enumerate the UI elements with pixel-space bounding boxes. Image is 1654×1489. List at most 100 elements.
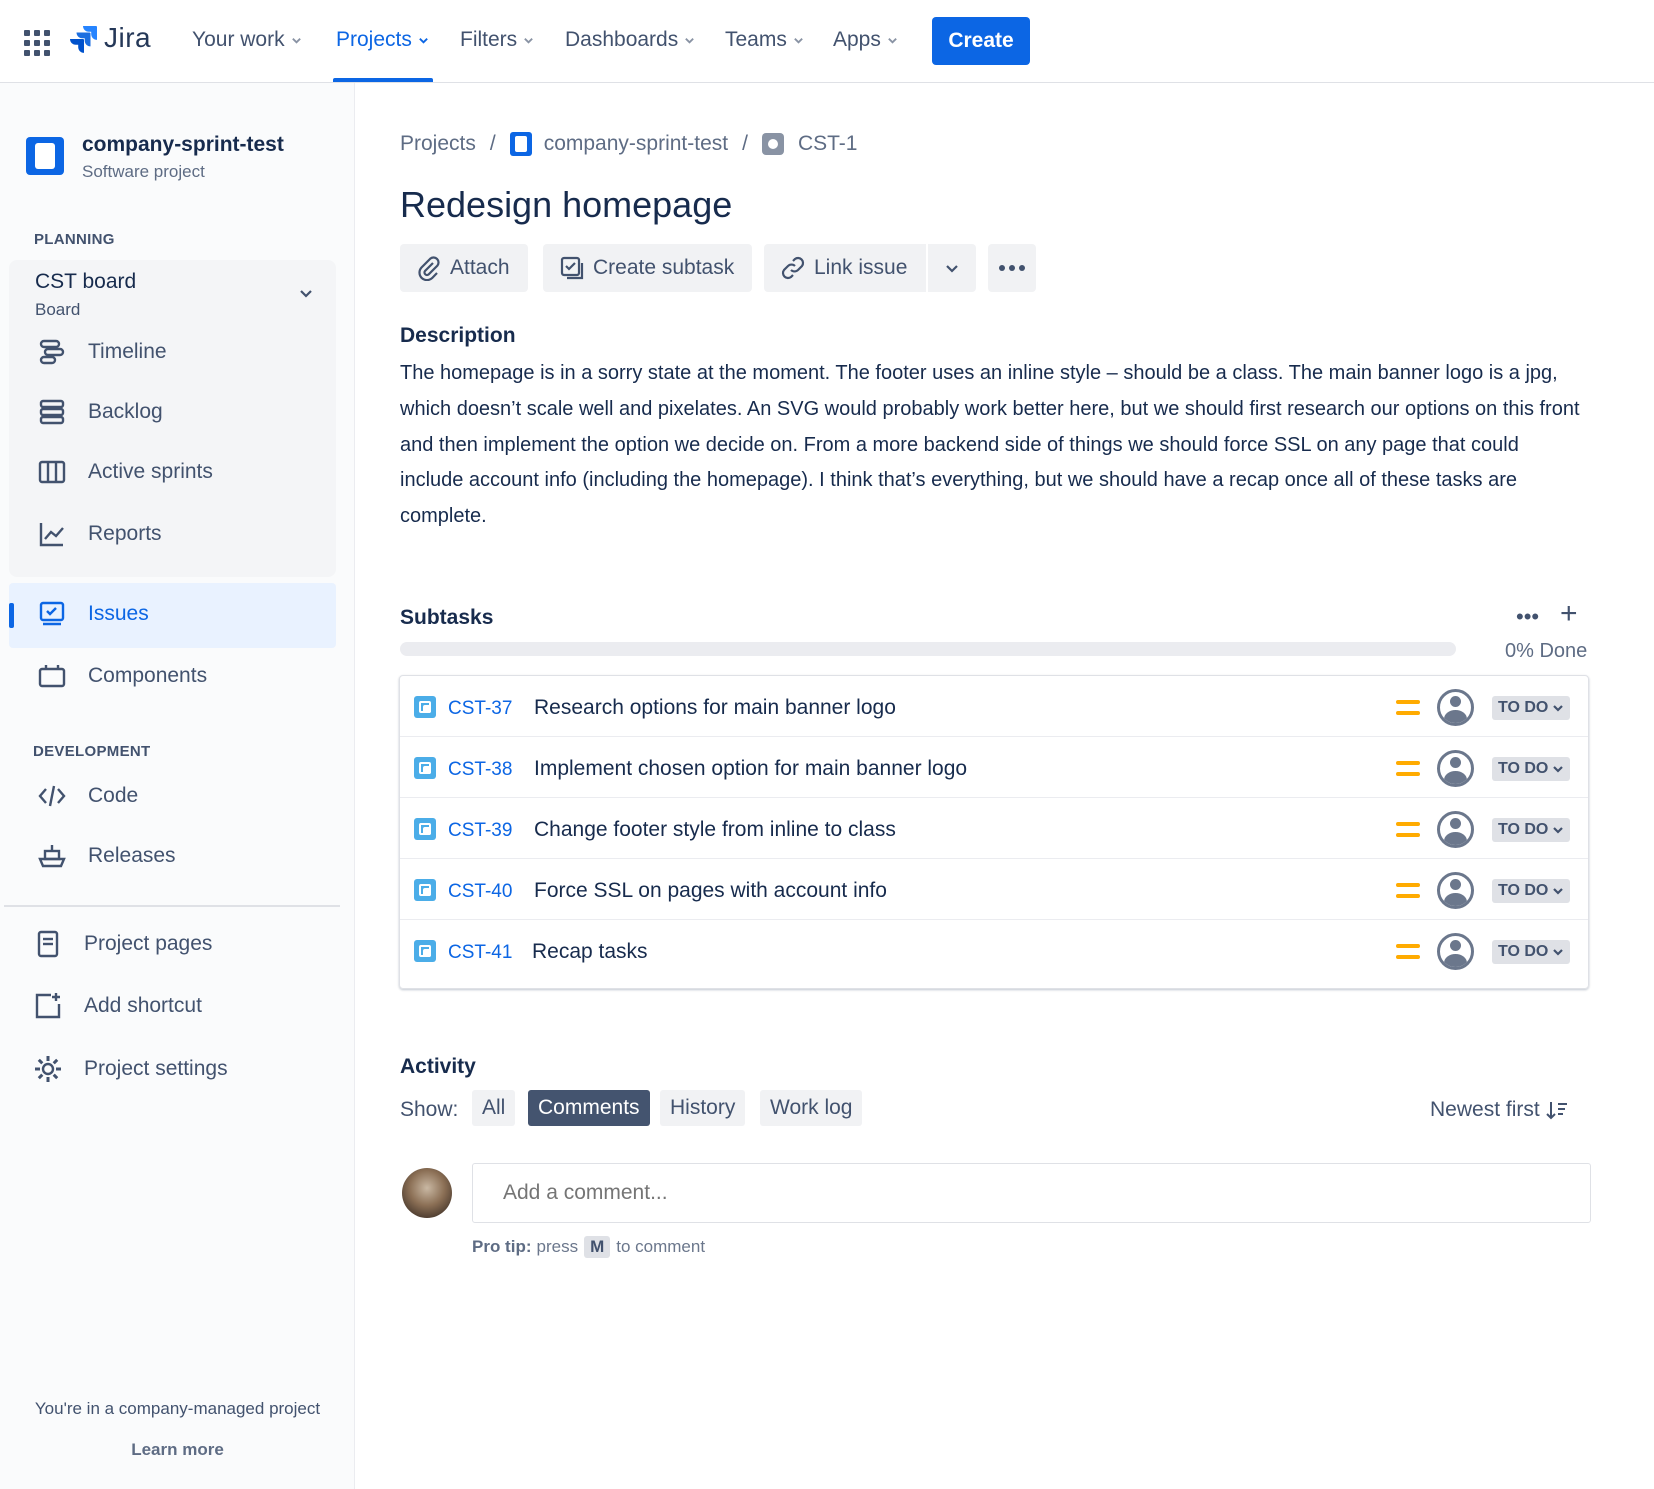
app-name: Jira (104, 22, 152, 53)
learn-more-link[interactable]: Learn more (0, 1440, 355, 1460)
subtask-key[interactable]: CST-37 (448, 698, 512, 720)
pro-tip: Pro tip: press M to comment (472, 1236, 705, 1258)
subtask-row[interactable]: CST-41 Recap tasks TO DO (400, 920, 1588, 981)
more-actions-button[interactable] (988, 244, 1036, 292)
unassigned-avatar-icon[interactable] (1437, 750, 1474, 787)
breadcrumb-project[interactable]: company-sprint-test (544, 132, 728, 156)
breadcrumb-separator: / (742, 132, 748, 155)
nav-your-work[interactable]: Your work (192, 28, 302, 52)
sort-icon (1545, 1102, 1567, 1120)
subtask-row[interactable]: CST-37 Research options for main banner … (400, 676, 1588, 737)
sidebar-item-backlog[interactable]: Backlog (36, 396, 163, 428)
sidebar-item-project-pages[interactable]: Project pages (32, 928, 212, 960)
filter-work-log[interactable]: Work log (760, 1090, 863, 1126)
nav-apps[interactable]: Apps (833, 28, 898, 52)
subtask-key[interactable]: CST-40 (448, 881, 512, 903)
subtask-summary[interactable]: Change footer style from inline to class (534, 818, 896, 842)
status-dropdown[interactable]: TO DO (1492, 757, 1571, 781)
jira-logo[interactable]: Jira (68, 22, 151, 54)
create-subtask-button[interactable]: Create subtask (543, 244, 752, 292)
sidebar-item-timeline[interactable]: Timeline (36, 336, 167, 368)
comment-input[interactable] (472, 1163, 1591, 1223)
subtask-row[interactable]: CST-38 Implement chosen option for main … (400, 737, 1588, 798)
protip-text: to comment (616, 1237, 706, 1256)
subtask-type-icon (414, 818, 436, 840)
nav-label: Your work (192, 28, 285, 51)
breadcrumb-issue-key[interactable]: CST-1 (798, 132, 858, 156)
unassigned-avatar-icon[interactable] (1437, 811, 1474, 848)
sidebar-item-reports[interactable]: Reports (36, 518, 162, 550)
status-dropdown[interactable]: TO DO (1492, 818, 1571, 842)
attach-button[interactable]: Attach (400, 244, 528, 292)
filter-history[interactable]: History (660, 1090, 746, 1126)
button-label: Attach (450, 256, 510, 279)
subtask-type-icon (414, 879, 436, 901)
sidebar-item-releases[interactable]: Releases (36, 840, 176, 872)
sidebar-item-components[interactable]: Components (36, 660, 207, 692)
description-text[interactable]: The homepage is in a sorry state at the … (400, 356, 1580, 535)
status-dropdown[interactable]: TO DO (1492, 696, 1571, 720)
subtask-key[interactable]: CST-39 (448, 820, 512, 842)
project-icon (509, 132, 532, 156)
ship-icon (36, 840, 68, 872)
chart-icon (36, 518, 68, 550)
timeline-icon (36, 336, 68, 368)
app-switcher-icon[interactable] (24, 30, 50, 56)
chevron-down-icon[interactable] (299, 286, 313, 300)
board-title[interactable]: CST board (35, 270, 136, 294)
priority-medium-icon (1396, 944, 1420, 960)
sort-order-button[interactable]: Newest first (1430, 1098, 1568, 1122)
subtask-key[interactable]: CST-38 (448, 759, 512, 781)
chevron-down-icon (1553, 766, 1564, 773)
status-dropdown[interactable]: TO DO (1492, 940, 1571, 964)
status-dropdown[interactable]: TO DO (1492, 879, 1571, 903)
subtask-summary[interactable]: Implement chosen option for main banner … (534, 757, 967, 781)
chevron-down-icon (888, 37, 897, 44)
issue-title[interactable]: Redesign homepage (400, 184, 732, 226)
progress-text: 0% Done (1505, 640, 1588, 662)
chevron-down-icon (946, 265, 958, 273)
sidebar-item-label: Releases (88, 844, 176, 867)
active-nav-indicator (333, 78, 433, 82)
unassigned-avatar-icon[interactable] (1437, 933, 1474, 970)
link-icon (781, 256, 805, 280)
link-issue-dropdown[interactable] (928, 244, 976, 292)
subtask-row[interactable]: CST-40 Force SSL on pages with account i… (400, 859, 1588, 920)
sidebar-item-active-sprints[interactable]: Active sprints (36, 456, 213, 488)
nav-projects[interactable]: Projects (336, 28, 429, 52)
show-label: Show: (400, 1098, 459, 1121)
subtask-summary[interactable]: Recap tasks (532, 940, 648, 964)
subtasks-label: Subtasks (400, 606, 494, 629)
priority-medium-icon (1396, 700, 1420, 716)
add-subtask-icon[interactable]: + (1560, 597, 1578, 631)
subtask-summary[interactable]: Force SSL on pages with account info (534, 879, 887, 903)
breadcrumb: Projects / company-sprint-test / CST-1 (400, 132, 857, 156)
project-avatar (26, 137, 64, 175)
filter-all[interactable]: All (472, 1090, 516, 1126)
sidebar-item-issues[interactable]: Issues (36, 598, 149, 630)
nav-filters[interactable]: Filters (460, 28, 534, 52)
nav-label: Filters (460, 28, 518, 51)
create-button[interactable]: Create (932, 17, 1030, 65)
status-label: TO DO (1498, 943, 1549, 960)
sidebar-item-project-settings[interactable]: Project settings (32, 1053, 228, 1085)
button-label: Link issue (814, 256, 908, 279)
breadcrumb-projects[interactable]: Projects (400, 132, 476, 156)
priority-medium-icon (1396, 761, 1420, 777)
link-issue-button[interactable]: Link issue (764, 244, 926, 292)
unassigned-avatar-icon[interactable] (1437, 872, 1474, 909)
project-name[interactable]: company-sprint-test (82, 133, 284, 157)
nav-teams[interactable]: Teams (725, 28, 804, 52)
keyboard-shortcut: M (584, 1236, 611, 1258)
project-sidebar: company-sprint-test Software project PLA… (0, 83, 355, 1489)
unassigned-avatar-icon[interactable] (1437, 689, 1474, 726)
sidebar-item-add-shortcut[interactable]: Add shortcut (32, 990, 202, 1022)
subtasks-more-icon[interactable]: ••• (1516, 604, 1539, 630)
filter-comments[interactable]: Comments (528, 1090, 650, 1126)
subtask-summary[interactable]: Research options for main banner logo (534, 696, 896, 720)
subtask-key[interactable]: CST-41 (448, 942, 512, 964)
nav-dashboards[interactable]: Dashboards (565, 28, 695, 52)
add-shortcut-icon (32, 990, 64, 1022)
sidebar-item-code[interactable]: Code (36, 780, 138, 812)
subtask-row[interactable]: CST-39 Change footer style from inline t… (400, 798, 1588, 859)
